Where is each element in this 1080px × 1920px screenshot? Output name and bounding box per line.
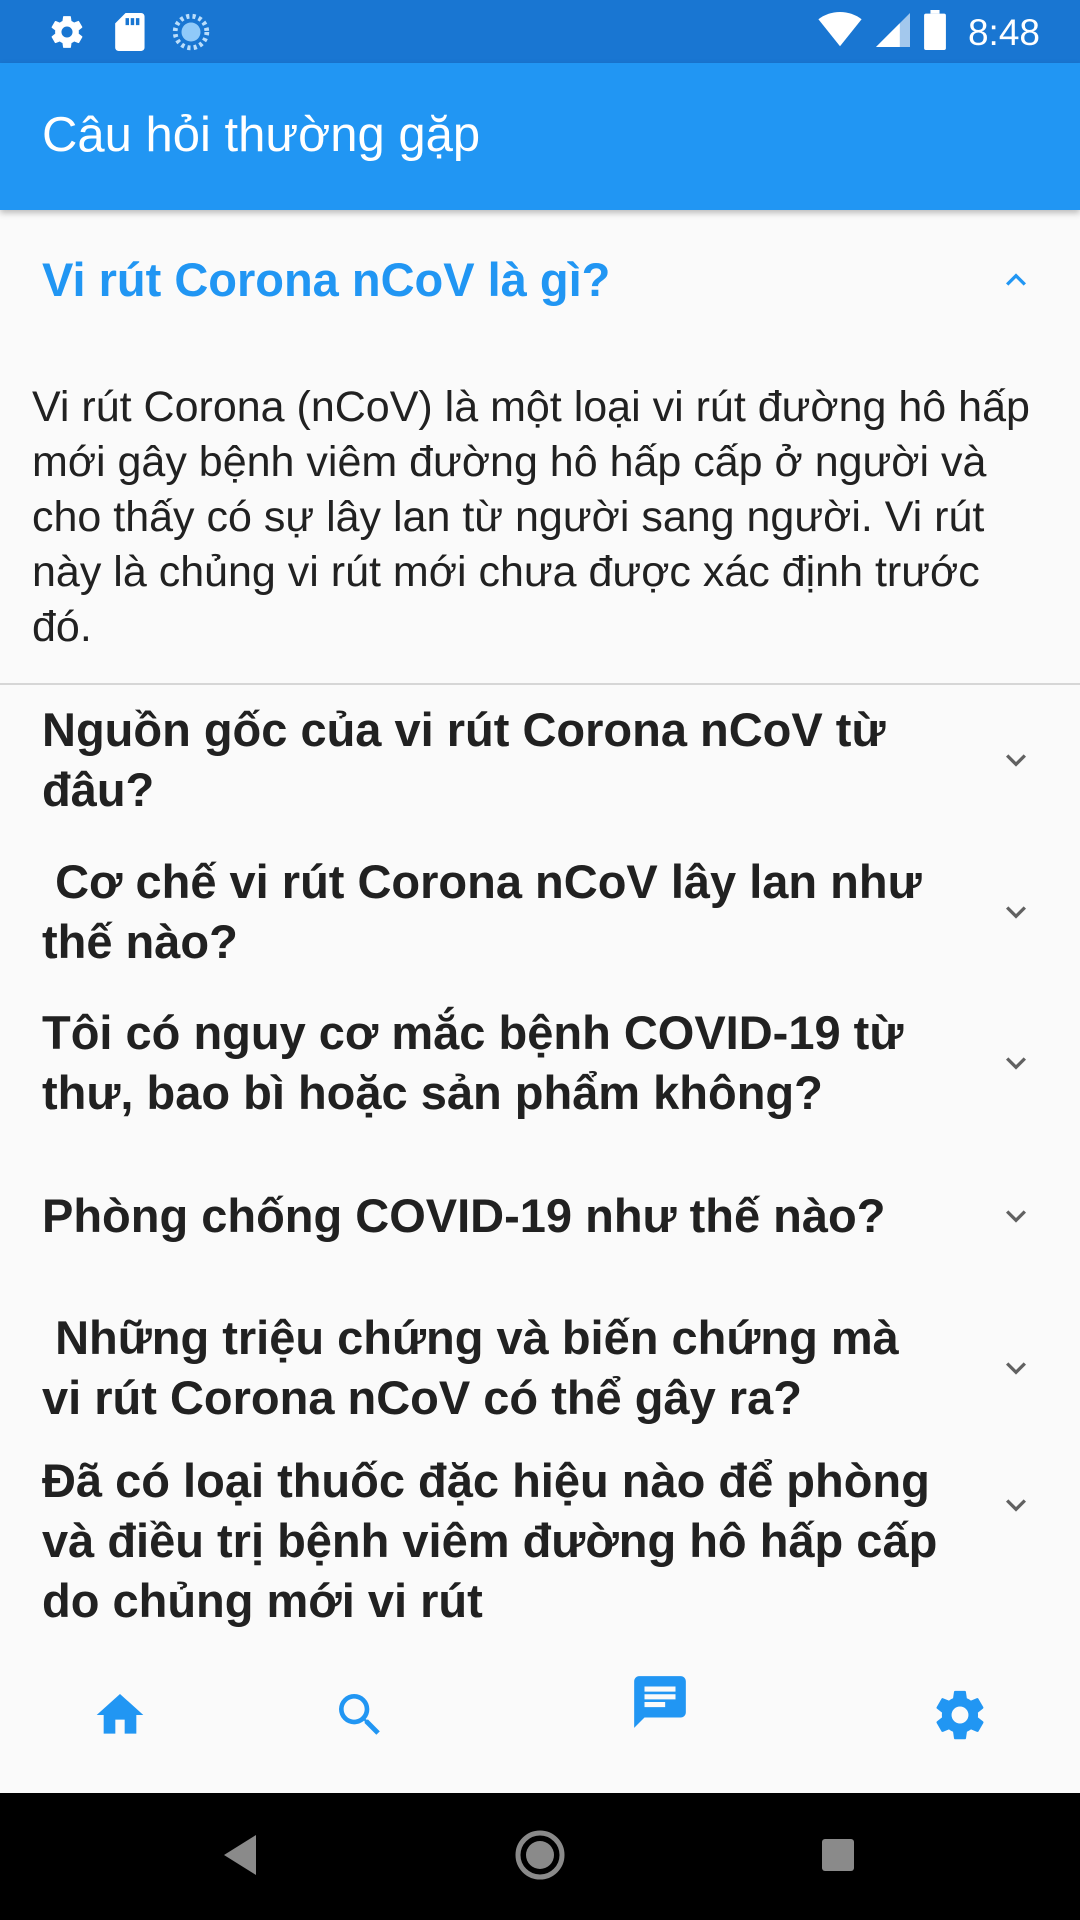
back-icon[interactable] bbox=[222, 1833, 258, 1877]
chevron-down-icon bbox=[1006, 754, 1026, 767]
faq-question-toggle[interactable]: Cơ chế vi rút Corona nCoV lây lan như th… bbox=[0, 835, 1080, 988]
nav-settings-button[interactable] bbox=[925, 1680, 995, 1750]
app-bar: Câu hỏi thường gặp bbox=[0, 63, 1080, 210]
home-circle-icon[interactable] bbox=[514, 1829, 566, 1881]
faq-item: Những triệu chứng và biến chứng mà vi rú… bbox=[0, 1293, 1080, 1443]
nav-home-button[interactable] bbox=[85, 1680, 155, 1750]
sync-icon bbox=[172, 13, 210, 56]
wifi-icon bbox=[818, 12, 862, 53]
faq-question: Tôi có nguy cơ mắc bệnh COVID-19 từ thư,… bbox=[42, 1006, 917, 1119]
chevron-down-icon bbox=[1006, 1057, 1026, 1070]
nav-search-button[interactable] bbox=[325, 1680, 395, 1750]
faq-answer: Vi rút Corona (nCoV) là một loại vi rút … bbox=[32, 383, 1030, 651]
chevron-down-icon bbox=[1006, 905, 1026, 919]
settings-icon bbox=[48, 13, 86, 56]
faq-item: Cơ chế vi rút Corona nCoV lây lan như th… bbox=[0, 835, 1080, 988]
sd-card-icon bbox=[112, 13, 146, 56]
screen: 8:48 Câu hỏi thường gặp Vi rút Corona nC… bbox=[0, 0, 1080, 1920]
signal-icon bbox=[875, 12, 910, 53]
faq-question-toggle[interactable]: Nguồn gốc của vi rút Corona nCoV từ đâu? bbox=[0, 685, 1080, 835]
clock: 8:48 bbox=[967, 11, 1040, 53]
bottom-nav bbox=[0, 1645, 1080, 1793]
faq-question: Đã có loại thuốc đặc hiệu nào để phòng v… bbox=[42, 1454, 951, 1627]
home-icon bbox=[96, 1694, 144, 1734]
faq-question: Nguồn gốc của vi rút Corona nCoV từ đâu? bbox=[42, 703, 899, 816]
battery-icon bbox=[924, 10, 946, 55]
page-title: Câu hỏi thường gặp bbox=[42, 108, 481, 162]
nav-chat-button[interactable] bbox=[625, 1667, 695, 1737]
faq-question-toggle[interactable]: Vi rút Corona nCoV là gì? bbox=[0, 215, 1080, 345]
faq-question: Cơ chế vi rút Corona nCoV lây lan như th… bbox=[42, 854, 935, 968]
recents-icon[interactable] bbox=[820, 1837, 856, 1873]
faq-item: Phòng chống COVID-19 như thế nào? bbox=[0, 1138, 1080, 1293]
search-icon bbox=[339, 1694, 380, 1735]
system-nav-bar bbox=[0, 1793, 1080, 1920]
faq-question-toggle[interactable]: Phòng chống COVID-19 như thế nào? bbox=[0, 1138, 1080, 1293]
settings-icon bbox=[936, 1690, 984, 1740]
chevron-down-icon bbox=[1006, 1362, 1026, 1375]
chevron-down-icon bbox=[1006, 1209, 1026, 1223]
faq-question: Phòng chống COVID-19 như thế nào? bbox=[42, 1188, 886, 1242]
chevron-up-icon bbox=[1006, 273, 1026, 286]
faq-item: Đã có loại thuốc đặc hiệu nào để phòng v… bbox=[0, 1443, 1080, 1645]
faq-list: Vi rút Corona nCoV là gì? Vi rút Corona … bbox=[0, 210, 1080, 1645]
faq-question: Những triệu chứng và biến chứng mà vi rú… bbox=[42, 1311, 912, 1424]
faq-item: Vi rút Corona nCoV là gì? Vi rút Corona … bbox=[0, 215, 1080, 685]
chevron-down-icon bbox=[1006, 1499, 1026, 1512]
faq-question: Vi rút Corona nCoV là gì? bbox=[42, 253, 611, 306]
status-bar: 8:48 bbox=[0, 0, 1080, 63]
faq-question-toggle[interactable]: Những triệu chứng và biến chứng mà vi rú… bbox=[0, 1293, 1080, 1443]
faq-question-toggle[interactable]: Đã có loại thuốc đặc hiệu nào để phòng v… bbox=[0, 1443, 1080, 1645]
faq-item: Nguồn gốc của vi rút Corona nCoV từ đâu? bbox=[0, 685, 1080, 835]
faq-item: Tôi có nguy cơ mắc bệnh COVID-19 từ thư,… bbox=[0, 988, 1080, 1138]
faq-question-toggle[interactable]: Tôi có nguy cơ mắc bệnh COVID-19 từ thư,… bbox=[0, 988, 1080, 1138]
chat-icon bbox=[634, 1676, 686, 1728]
